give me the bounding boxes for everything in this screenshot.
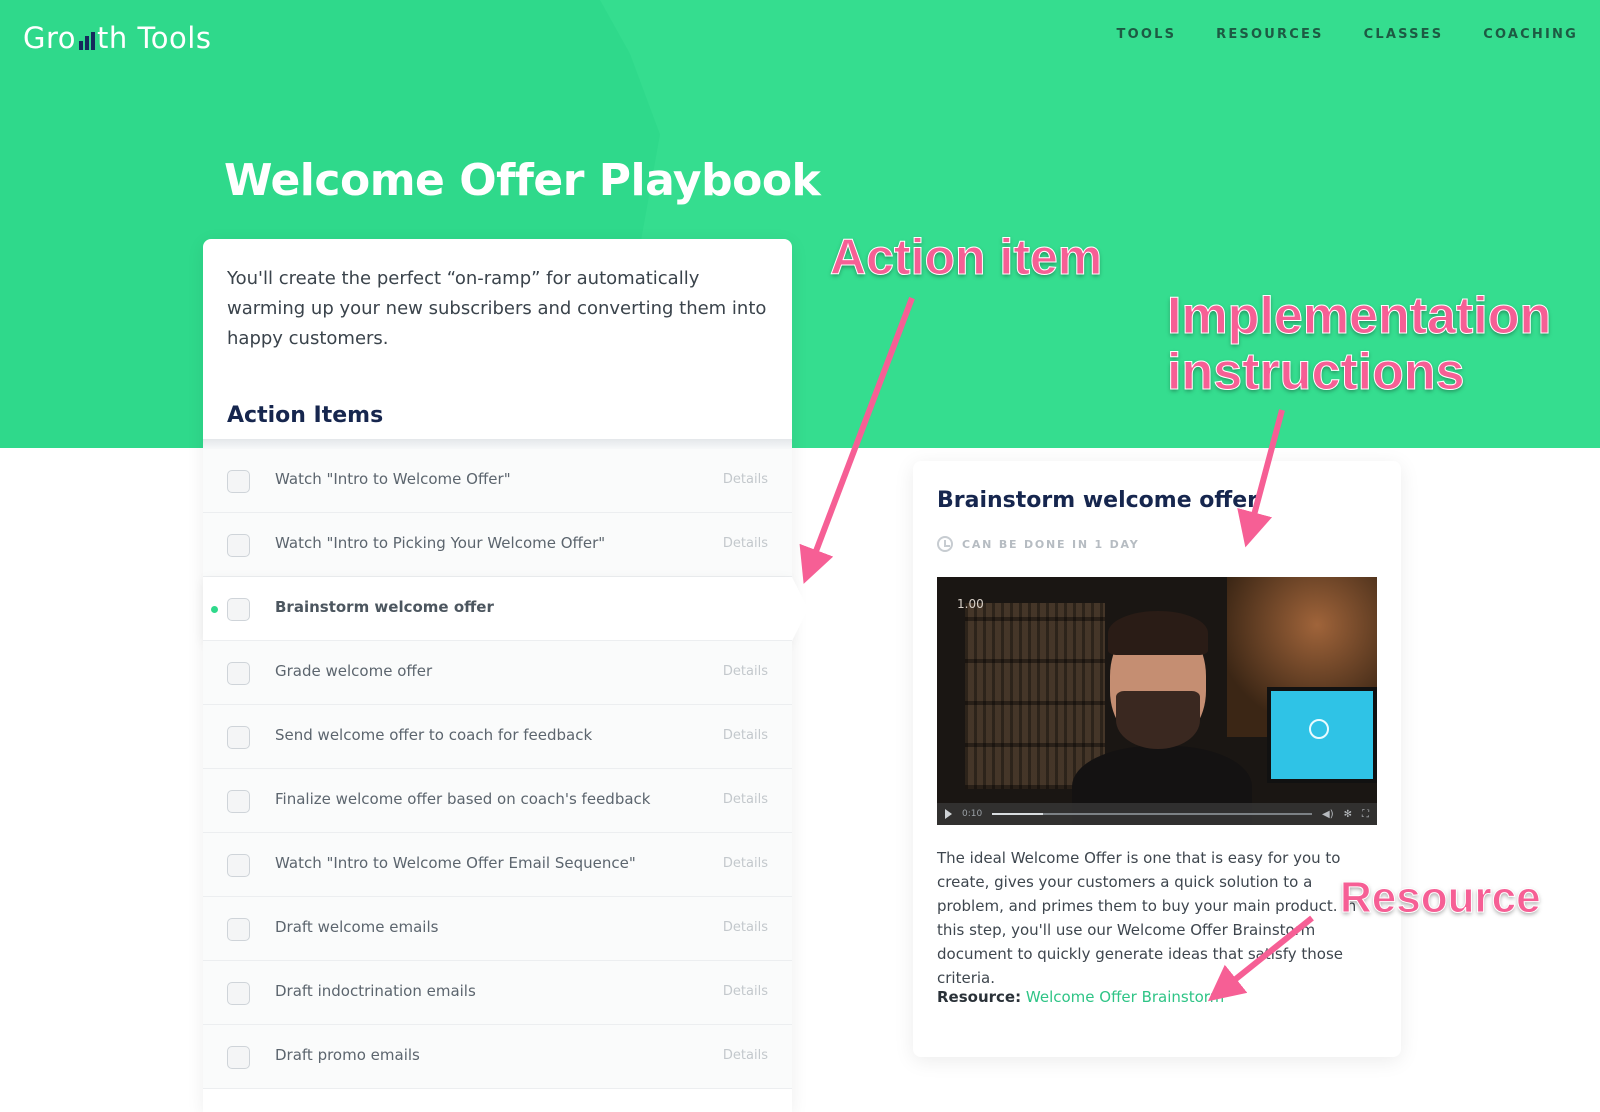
video-controls: 0:10 ◀) ✻ ⛶ [937, 803, 1377, 825]
item-checkbox[interactable] [227, 790, 250, 813]
bar-chart-icon [79, 32, 96, 50]
item-checkbox[interactable] [227, 854, 250, 877]
action-items-heading: Action Items [227, 403, 384, 428]
item-checkbox[interactable] [227, 598, 250, 621]
item-label: Finalize welcome offer based on coach's … [275, 790, 651, 808]
item-label: Grade welcome offer [275, 662, 433, 680]
action-item[interactable]: Send welcome offer to coach for feedback… [203, 705, 792, 769]
action-item[interactable]: Draft indoctrination emails Details [203, 961, 792, 1025]
resource-label: Resource: [937, 988, 1022, 1006]
item-details-link[interactable]: Details [723, 728, 768, 743]
action-item[interactable]: Watch "Intro to Welcome Offer" Details [203, 449, 792, 513]
playbook-intro: You'll create the perfect “on-ramp” for … [227, 268, 767, 349]
item-label: Draft welcome emails [275, 918, 439, 936]
item-label: Draft indoctrination emails [275, 982, 476, 1000]
growth-tools-logo[interactable]: Gro th Tools [23, 18, 211, 58]
logo-text-suffix: th Tools [97, 21, 212, 55]
presenter [1072, 611, 1252, 825]
action-item-active[interactable]: Brainstorm welcome offer [203, 577, 808, 641]
detail-description: The ideal Welcome Offer is one that is e… [937, 849, 1357, 987]
action-item[interactable]: Watch "Intro to Picking Your Welcome Off… [203, 513, 792, 577]
monitor-screen [1267, 687, 1377, 783]
detail-resource: Resource: Welcome Offer Brainstorm [937, 988, 1224, 1006]
item-details-link[interactable]: Details [723, 984, 768, 999]
item-details-link[interactable]: Details [723, 920, 768, 935]
active-item-pointer [792, 577, 808, 641]
volume-icon[interactable]: ◀) [1322, 809, 1334, 820]
item-checkbox[interactable] [227, 918, 250, 941]
play-icon[interactable] [945, 809, 952, 819]
video-player[interactable]: 1.00 0:10 ◀) ✻ ⛶ [937, 577, 1377, 825]
item-label: Brainstorm welcome offer [275, 598, 494, 616]
detail-title: Brainstorm welcome offer [937, 488, 1258, 513]
action-item[interactable]: Finalize welcome offer based on coach's … [203, 769, 792, 833]
annotation-implementation: Implementation [1166, 287, 1552, 345]
annotation-instructions: instructions [1167, 343, 1466, 401]
video-time: 0:10 [962, 809, 983, 819]
nav-classes[interactable]: CLASSES [1364, 27, 1444, 42]
video-progress-bar[interactable] [992, 813, 1313, 815]
nav-coaching[interactable]: COACHING [1483, 27, 1578, 42]
item-checkbox[interactable] [227, 1046, 250, 1069]
item-checkbox[interactable] [227, 662, 250, 685]
item-label: Send welcome offer to coach for feedback [275, 726, 593, 744]
playback-speed[interactable]: 1.00 [957, 597, 984, 611]
item-details-link[interactable]: Details [723, 472, 768, 487]
item-label: Watch "Intro to Picking Your Welcome Off… [275, 534, 606, 552]
clock-icon [937, 536, 953, 552]
item-label: Draft promo emails [275, 1046, 420, 1064]
item-checkbox[interactable] [227, 982, 250, 1005]
item-details-link[interactable]: Details [723, 856, 768, 871]
item-checkbox[interactable] [227, 534, 250, 557]
logo-text-prefix: Gro [23, 21, 77, 55]
item-details-link[interactable]: Details [723, 792, 768, 807]
item-label: Watch "Intro to Welcome Offer" [275, 470, 511, 488]
item-checkbox[interactable] [227, 470, 250, 493]
nav-tools[interactable]: TOOLS [1117, 27, 1177, 42]
fullscreen-icon[interactable]: ⛶ [1362, 809, 1369, 820]
item-label: Watch "Intro to Welcome Offer Email Sequ… [275, 854, 636, 872]
resource-link[interactable]: Welcome Offer Brainstorm [1026, 988, 1224, 1006]
active-indicator-dot [211, 606, 218, 613]
monitor-logo-icon [1309, 719, 1329, 739]
action-item[interactable]: Draft promo emails Details [203, 1025, 792, 1089]
bookshelf-books [965, 603, 1105, 789]
duration-label: CAN BE DONE IN 1 DAY [962, 537, 1140, 551]
annotation-resource: Resource [1340, 873, 1542, 922]
action-item[interactable]: Grade welcome offer Details [203, 641, 792, 705]
action-item-detail-panel: Brainstorm welcome offer CAN BE DONE IN … [913, 461, 1401, 1057]
item-details-link[interactable]: Details [723, 664, 768, 679]
settings-icon[interactable]: ✻ [1344, 809, 1352, 820]
item-details-link[interactable]: Details [723, 1048, 768, 1063]
item-checkbox[interactable] [227, 726, 250, 749]
section-divider [203, 439, 792, 449]
action-item[interactable]: Draft welcome emails Details [203, 897, 792, 961]
top-nav: TOOLS RESOURCES CLASSES COACHING [1117, 27, 1578, 42]
detail-duration: CAN BE DONE IN 1 DAY [937, 536, 1140, 552]
item-details-link[interactable]: Details [723, 536, 768, 551]
playbook-card: You'll create the perfect “on-ramp” for … [203, 239, 808, 1112]
action-item[interactable]: Watch "Intro to Welcome Offer Email Sequ… [203, 833, 792, 897]
page-title: Welcome Offer Playbook [224, 155, 821, 206]
annotation-action-item: Action item [829, 229, 1103, 285]
nav-resources[interactable]: RESOURCES [1216, 27, 1323, 42]
video-progress-fill [992, 813, 1044, 815]
